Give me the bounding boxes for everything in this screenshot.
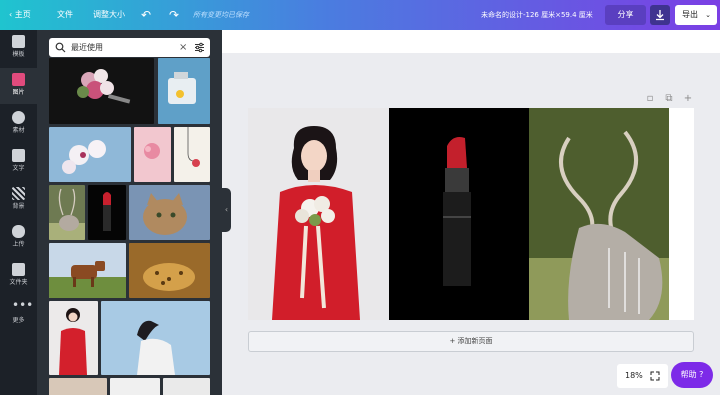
lipstick-photo[interactable] (389, 108, 529, 320)
saved-status: 所有变更均已保存 (193, 11, 249, 19)
chevron-left-icon: ‹ (224, 205, 229, 214)
share-button[interactable]: 分享 (605, 5, 646, 25)
kudu-photo[interactable] (529, 108, 669, 320)
rail-label: 上传 (12, 241, 25, 248)
rail-item-background[interactable]: 背景 (0, 182, 37, 218)
top-bar: ‹ 主页 文件 调整大小 ↶ ↷ 所有变更均已保存 未命名的设计-126 厘米×… (0, 0, 720, 30)
photo-thumb-woman-back[interactable] (101, 301, 210, 375)
photo-thumb-rose[interactable] (174, 127, 210, 182)
folder-icon (12, 263, 25, 276)
redo-icon[interactable]: ↷ (169, 0, 179, 30)
chevron-down-icon: ⌄ (705, 11, 711, 19)
zoom-level: 18% (625, 371, 643, 380)
filter-icon[interactable] (194, 42, 205, 53)
collapse-panel-button[interactable]: ‹ (222, 188, 231, 232)
photo-thumb-partial-2[interactable] (110, 378, 160, 395)
template-icon (12, 35, 25, 48)
note-icon[interactable]: ▫ (645, 94, 655, 104)
download-button[interactable] (650, 5, 670, 25)
photo-thumb-kudu-small[interactable] (49, 185, 85, 240)
export-label: 导出 (682, 10, 698, 19)
toolbar-strip (222, 30, 720, 53)
search-value: 最近使用 (71, 43, 103, 52)
pink-flower-image (144, 143, 160, 159)
upload-icon (12, 225, 25, 238)
photo-thumb-pink-flower[interactable] (134, 127, 171, 182)
help-button[interactable]: 帮助 ? (671, 362, 713, 388)
rail-label: 文件夹 (9, 279, 28, 286)
rail-item-template[interactable]: 模板 (0, 30, 37, 66)
rail-label: 更多 (12, 317, 25, 324)
zoom-control[interactable]: 18% (617, 364, 668, 388)
elements-icon (12, 111, 25, 124)
photo-thumb-orchid[interactable] (49, 127, 131, 182)
bouquet-image (77, 69, 131, 104)
photo-thumb-partial-3[interactable] (163, 378, 210, 395)
cow-image (49, 261, 126, 298)
rail-label: 素材 (12, 127, 25, 134)
photo-thumb-lipstick[interactable] (88, 185, 126, 240)
download-icon (656, 10, 664, 21)
rail-item-text[interactable]: 文字 (0, 144, 37, 180)
leopard-image (143, 263, 195, 291)
bottle-image (158, 58, 210, 124)
photo-thumb-cow[interactable] (49, 243, 126, 298)
undo-icon[interactable]: ↶ (141, 0, 151, 30)
design-title[interactable]: 未命名的设计-126 厘米×59.4 厘米 (481, 0, 593, 30)
photo-thumb-partial-1[interactable] (49, 378, 107, 395)
design-page[interactable] (248, 108, 694, 320)
kudu-small-image (49, 188, 85, 240)
photo-thumb-woman-red[interactable] (49, 301, 98, 375)
photo-thumb-bottle[interactable] (158, 58, 210, 124)
search-input[interactable]: 最近使用 × (49, 38, 210, 57)
photo-thumb-leopard[interactable] (129, 243, 210, 298)
close-icon[interactable]: × (179, 38, 187, 57)
photo-thumb-cat[interactable] (129, 185, 210, 240)
lipstick-small-image (103, 192, 111, 231)
side-rail: 模板 图片 素材 文字 背景 上传 文件夹 ••• 更多 (0, 30, 37, 395)
photos-panel: 最近使用 × (37, 30, 222, 395)
background-icon (12, 187, 25, 200)
rail-item-elements[interactable]: 素材 (0, 106, 37, 142)
rail-label: 文字 (12, 165, 25, 172)
photo-icon (12, 73, 25, 86)
orchid-image (62, 140, 106, 174)
add-page-button[interactable]: + 添加新页面 (248, 331, 694, 352)
cat-image (143, 193, 187, 235)
file-menu[interactable]: 文件 (57, 0, 73, 30)
rail-label: 图片 (12, 89, 25, 96)
duplicate-page-icon[interactable]: ⧉ (664, 94, 674, 104)
rail-label: 背景 (12, 203, 25, 210)
text-icon (12, 149, 25, 162)
home-label: 主页 (14, 10, 31, 19)
resize-menu[interactable]: 调整大小 (93, 0, 125, 30)
export-button[interactable]: 导出 ⌄ (675, 5, 717, 25)
rail-label: 模板 (12, 51, 25, 58)
rose-image (187, 127, 200, 167)
woman-back-image (137, 320, 175, 375)
rail-item-more[interactable]: ••• 更多 (0, 296, 37, 332)
rail-item-upload[interactable]: 上传 (0, 220, 37, 256)
home-button[interactable]: ‹ 主页 (9, 0, 31, 30)
woman-bouquet-photo[interactable] (248, 108, 389, 320)
fullscreen-icon[interactable] (650, 371, 660, 381)
chevron-left-icon: ‹ (9, 10, 13, 19)
photo-thumb-bouquet[interactable] (49, 58, 154, 124)
woman-red-image (59, 308, 87, 375)
rail-item-folder[interactable]: 文件夹 (0, 258, 37, 294)
search-icon (55, 42, 66, 53)
more-icon: ••• (12, 298, 34, 312)
add-page-icon[interactable]: + (683, 94, 693, 104)
rail-item-photos[interactable]: 图片 (0, 68, 37, 104)
